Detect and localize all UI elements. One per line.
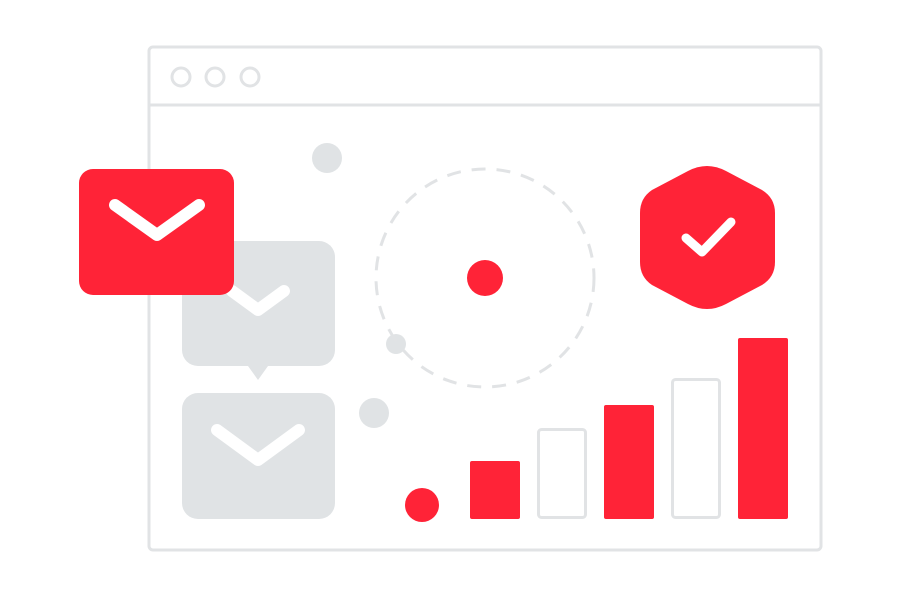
chart-start-dot bbox=[405, 488, 439, 522]
illustration bbox=[79, 45, 823, 552]
chart-bar-5 bbox=[738, 338, 788, 519]
target-circle-icon bbox=[374, 167, 596, 389]
mail-card-primary[interactable] bbox=[79, 169, 234, 295]
chart-bar-3 bbox=[604, 405, 654, 519]
decor-circle-top bbox=[312, 143, 342, 173]
decor-circle-bottom bbox=[359, 398, 389, 428]
target-center-dot bbox=[467, 260, 503, 296]
hexagon-badge[interactable] bbox=[640, 166, 775, 309]
window-dot-2[interactable] bbox=[204, 66, 226, 88]
connector-notch bbox=[248, 366, 268, 380]
window-dot-3[interactable] bbox=[239, 66, 261, 88]
chart-bar-4 bbox=[671, 378, 721, 519]
chart-bar-1 bbox=[470, 461, 520, 519]
chart-bar-2 bbox=[537, 428, 587, 519]
bar-chart-icon bbox=[470, 338, 788, 519]
window-dot-1[interactable] bbox=[170, 66, 192, 88]
checkmark-badge[interactable] bbox=[640, 166, 775, 309]
